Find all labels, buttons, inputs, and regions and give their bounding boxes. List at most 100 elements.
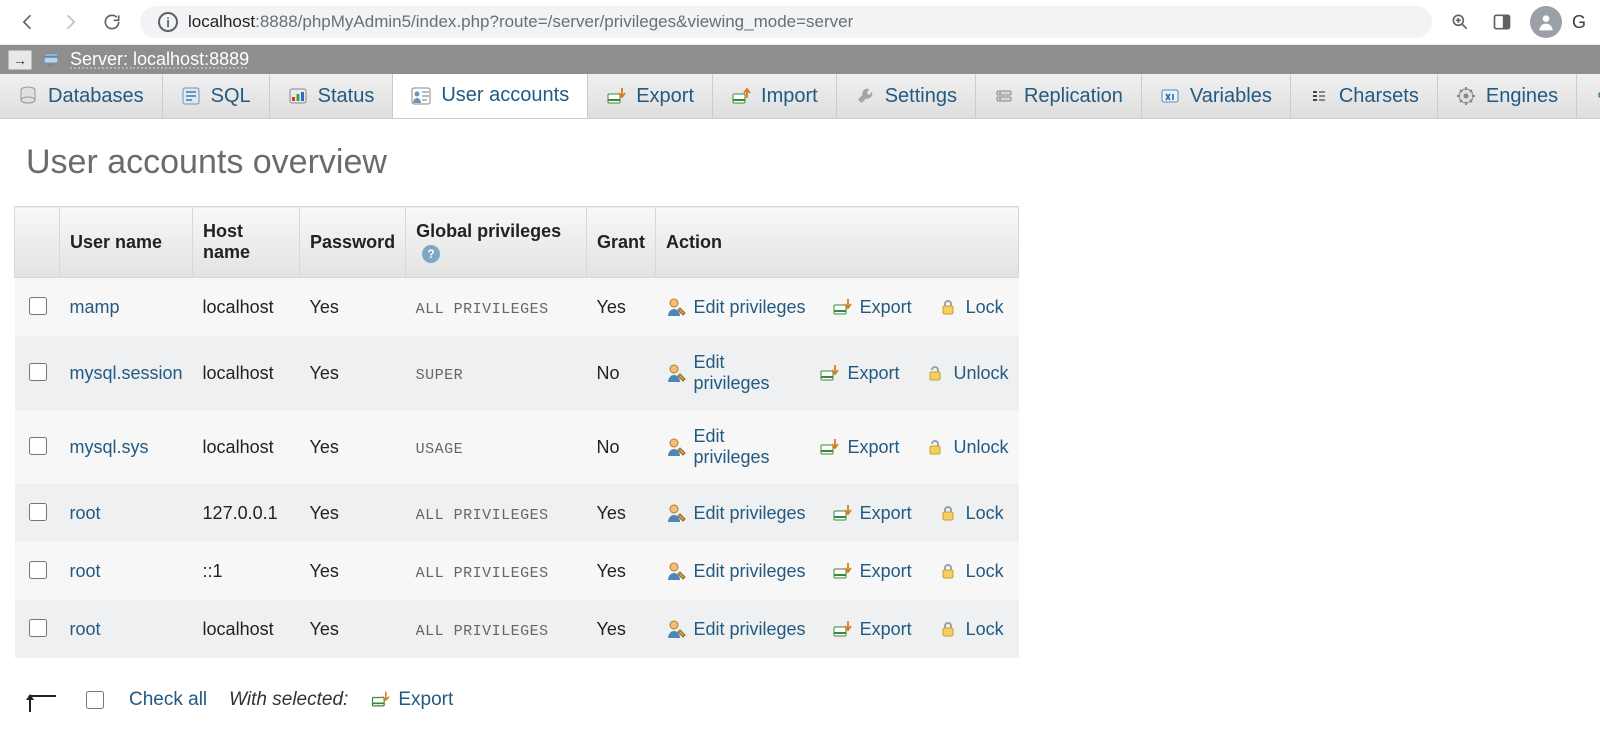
sql-icon [181, 86, 201, 106]
username-link[interactable]: root [70, 503, 101, 523]
address-bar[interactable]: i localhost:8888/phpMyAdmin5/index.php?r… [140, 6, 1432, 38]
grant-cell: Yes [586, 542, 655, 600]
panel-toggle-icon[interactable] [1488, 12, 1516, 32]
grant-cell: Yes [586, 484, 655, 542]
tab-label: Status [318, 85, 375, 108]
lock-button[interactable]: Lock [938, 619, 1004, 640]
edit-privileges-button[interactable]: Edit privileges [666, 619, 806, 640]
tab-export[interactable]: Export [588, 74, 713, 118]
export-button[interactable]: Export [819, 363, 899, 384]
profile-label: G [1572, 12, 1586, 33]
tab-engines[interactable]: Engines [1438, 74, 1577, 118]
privileges-cell: ALL PRIVILEGES [416, 507, 549, 524]
help-icon[interactable]: ? [422, 245, 440, 263]
tab-import[interactable]: Import [713, 74, 837, 118]
edit-privileges-button[interactable]: Edit privileges [666, 426, 794, 468]
tab-useraccounts[interactable]: User accounts [393, 74, 588, 119]
tab-label: Import [761, 85, 818, 108]
edit-privileges-button[interactable]: Edit privileges [666, 352, 794, 394]
hostname-cell: 127.0.0.1 [193, 484, 300, 542]
server-icon [42, 51, 60, 69]
tab-sql[interactable]: SQL [163, 74, 270, 118]
collapse-panel-button[interactable]: → [8, 50, 32, 70]
export-icon [832, 297, 852, 317]
tab-label: Settings [885, 85, 957, 108]
tab-label: User accounts [441, 84, 569, 107]
grant-cell: No [586, 410, 655, 484]
export-button[interactable]: Export [819, 437, 899, 458]
tab-replication[interactable]: Replication [976, 74, 1142, 118]
tab-label: SQL [211, 85, 251, 108]
tab-databases[interactable]: Databases [0, 74, 163, 118]
with-selected-label: With selected: [229, 689, 348, 711]
username-link[interactable]: mamp [70, 297, 120, 317]
edit-privileges-icon [666, 297, 686, 317]
lock-button[interactable]: Lock [938, 503, 1004, 524]
lock-button[interactable]: Lock [938, 561, 1004, 582]
site-info-icon[interactable]: i [158, 12, 178, 32]
username-link[interactable]: mysql.session [70, 363, 183, 383]
tab-variables[interactable]: Variables [1142, 74, 1291, 118]
export-button[interactable]: Export [832, 619, 912, 640]
export-button[interactable]: Export [832, 503, 912, 524]
column-header-hostname[interactable]: Host name [193, 207, 300, 278]
hostname-cell: localhost [193, 410, 300, 484]
tab-label: Variables [1190, 85, 1272, 108]
export-button[interactable]: Export [832, 561, 912, 582]
check-all-link[interactable]: Check all [129, 689, 207, 711]
username-link[interactable]: root [70, 619, 101, 639]
grant-cell: Yes [586, 600, 655, 658]
row-checkbox[interactable] [29, 561, 47, 579]
row-checkbox[interactable] [29, 363, 47, 381]
forward-button[interactable] [56, 12, 84, 32]
tab-plugins[interactable]: Plugins [1577, 74, 1600, 118]
table-row: mysql.syslocalhostYesUSAGENoEdit privile… [15, 410, 1019, 484]
replication-icon [994, 86, 1014, 106]
unlock-icon [925, 437, 945, 457]
edit-privileges-button[interactable]: Edit privileges [666, 297, 806, 318]
engines-icon [1456, 86, 1476, 106]
export-icon [832, 561, 852, 581]
username-link[interactable]: mysql.sys [70, 437, 149, 457]
user-accounts-table: User name Host name Password Global priv… [14, 206, 1019, 658]
export-icon [832, 503, 852, 523]
lock-icon [938, 503, 958, 523]
password-cell: Yes [300, 484, 406, 542]
zoom-icon[interactable] [1446, 12, 1474, 32]
row-checkbox[interactable] [29, 437, 47, 455]
back-button[interactable] [14, 12, 42, 32]
edit-privileges-button[interactable]: Edit privileges [666, 561, 806, 582]
bulk-export-button[interactable]: Export [370, 689, 453, 711]
tab-label: Databases [48, 85, 144, 108]
row-checkbox[interactable] [29, 503, 47, 521]
database-icon [18, 86, 38, 106]
row-checkbox[interactable] [29, 619, 47, 637]
status-icon [288, 86, 308, 106]
column-header-username[interactable]: User name [60, 207, 193, 278]
hostname-cell: ::1 [193, 542, 300, 600]
tab-label: Replication [1024, 85, 1123, 108]
username-link[interactable]: root [70, 561, 101, 581]
check-all-checkbox[interactable] [86, 691, 104, 709]
lock-icon [938, 561, 958, 581]
profile-avatar-icon[interactable] [1530, 6, 1562, 38]
column-header-grant[interactable]: Grant [586, 207, 655, 278]
tab-settings[interactable]: Settings [837, 74, 976, 118]
tab-bar: Databases SQL Status User accounts Export Imp… [0, 74, 1600, 119]
lock-icon [938, 619, 958, 639]
server-breadcrumb-link[interactable]: Server: localhost:8889 [70, 49, 249, 70]
lock-button[interactable]: Lock [938, 297, 1004, 318]
reload-button[interactable] [98, 12, 126, 32]
browser-chrome: i localhost:8888/phpMyAdmin5/index.php?r… [0, 0, 1600, 45]
column-header-password[interactable]: Password [300, 207, 406, 278]
row-checkbox[interactable] [29, 297, 47, 315]
select-arrow-icon [22, 686, 60, 714]
server-breadcrumb: → Server: localhost:8889 [0, 45, 1600, 74]
edit-privileges-button[interactable]: Edit privileges [666, 503, 806, 524]
export-button[interactable]: Export [832, 297, 912, 318]
column-header-global-privileges[interactable]: Global privileges ? [406, 207, 587, 278]
unlock-button[interactable]: Unlock [925, 363, 1008, 384]
tab-status[interactable]: Status [270, 74, 394, 118]
tab-charsets[interactable]: Charsets [1291, 74, 1438, 118]
unlock-button[interactable]: Unlock [925, 437, 1008, 458]
